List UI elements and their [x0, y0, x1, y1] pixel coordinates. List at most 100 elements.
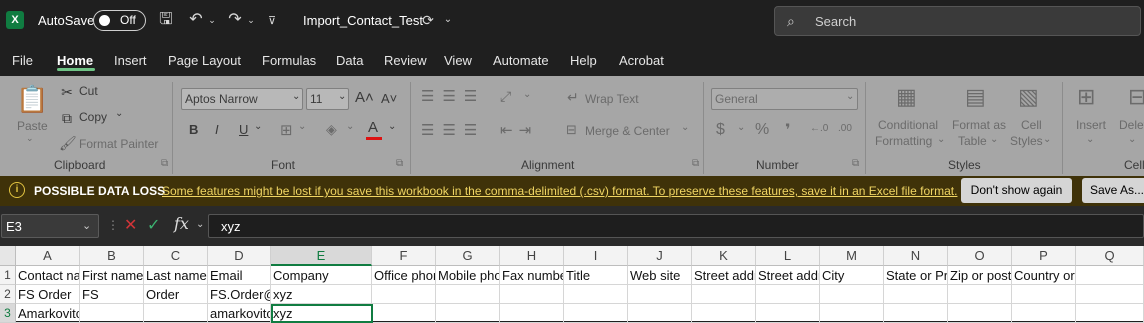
tab-acrobat[interactable]: Acrobat	[619, 53, 664, 68]
tab-insert[interactable]: Insert	[114, 53, 147, 68]
cell-n1[interactable]: State or Province	[884, 266, 948, 285]
cell-styles-dropdown-icon[interactable]: ⌄	[1043, 134, 1051, 145]
cell-h3[interactable]	[500, 304, 564, 323]
wrap-text-icon[interactable]: ↵	[567, 89, 579, 106]
vertical-align-icons[interactable]: ☰☰☰	[421, 87, 485, 105]
underline-icon[interactable]: U	[239, 122, 248, 137]
cell-g3[interactable]	[436, 304, 500, 323]
column-header-n[interactable]: N	[884, 246, 948, 266]
copy-button[interactable]: Copy	[79, 110, 107, 124]
cell-label[interactable]: Cell	[1021, 118, 1042, 132]
cell-a3[interactable]: Amarkovitch	[16, 304, 80, 323]
bold-icon[interactable]: B	[189, 122, 198, 137]
redo-icon[interactable]: ↷	[226, 12, 244, 28]
dont-show-again-button[interactable]: Don't show again	[961, 178, 1072, 203]
customize-qat-icon[interactable]: ⊽	[266, 13, 278, 29]
font-size-select[interactable]: 11 ⌄	[306, 88, 349, 110]
column-header-j[interactable]: J	[628, 246, 692, 266]
cell-j2[interactable]	[628, 285, 692, 304]
font-color-dropdown-icon[interactable]: ⌄	[388, 121, 396, 132]
cell-l1[interactable]: Street address	[756, 266, 820, 285]
decrease-font-size-icon[interactable]: A˅	[381, 91, 397, 106]
currency-icon[interactable]: $	[716, 121, 725, 139]
cancel-entry-icon[interactable]: ✕	[124, 215, 137, 235]
cell-b3[interactable]	[80, 304, 144, 323]
cell-i2[interactable]	[564, 285, 628, 304]
cell-p2[interactable]	[1012, 285, 1076, 304]
cell-g1[interactable]: Mobile phone	[436, 266, 500, 285]
column-header-m[interactable]: M	[820, 246, 884, 266]
tab-page-layout[interactable]: Page Layout	[168, 53, 241, 68]
insert-dropdown-icon[interactable]: ⌄	[1086, 134, 1094, 145]
cell-a1[interactable]: Contact name	[16, 266, 80, 285]
row-header[interactable]: 2	[0, 285, 16, 304]
borders-icon[interactable]: ⊞	[280, 121, 293, 139]
cell-m3[interactable]	[820, 304, 884, 323]
cell-e1[interactable]: Company	[271, 266, 372, 285]
column-header-q[interactable]: Q	[1076, 246, 1144, 266]
cell-l3[interactable]	[756, 304, 820, 323]
redo-dropdown-icon[interactable]: ⌄	[246, 12, 256, 28]
tab-formulas[interactable]: Formulas	[262, 53, 316, 68]
tab-view[interactable]: View	[444, 53, 472, 68]
cell-q1[interactable]	[1076, 266, 1144, 285]
indent-icons[interactable]: ⇤⇥	[500, 121, 537, 139]
format-as-table-dropdown-icon[interactable]: ⌄	[990, 134, 998, 145]
name-box[interactable]: E3 ⌄	[1, 214, 99, 238]
row-header[interactable]: 1	[0, 266, 16, 285]
underline-dropdown-icon[interactable]: ⌄	[254, 121, 262, 132]
conditional-dropdown-icon[interactable]: ⌄	[937, 134, 945, 145]
formatting-label[interactable]: Formatting	[875, 134, 932, 148]
cell-k1[interactable]: Street address	[692, 266, 756, 285]
decrease-decimal-icon[interactable]: .00	[838, 123, 852, 134]
font-color-icon[interactable]: A	[368, 119, 378, 136]
merge-center-button[interactable]: Merge & Center	[585, 124, 670, 138]
merge-dropdown-icon[interactable]: ⌄	[681, 122, 689, 133]
tab-help[interactable]: Help	[570, 53, 597, 68]
number-format-select[interactable]: General ⌄	[711, 88, 858, 110]
insert-function-icon[interactable]: fx	[174, 214, 189, 233]
save-icon[interactable]: 🖫	[157, 12, 175, 28]
cell-f2[interactable]	[372, 285, 436, 304]
format-painter-button[interactable]: Format Painter	[79, 137, 158, 151]
cell-c2[interactable]: Order	[144, 285, 208, 304]
cell-l2[interactable]	[756, 285, 820, 304]
cell-b1[interactable]: First name	[80, 266, 144, 285]
percent-icon[interactable]: %	[755, 121, 769, 139]
wrap-text-button[interactable]: Wrap Text	[585, 92, 639, 106]
cell-m2[interactable]	[820, 285, 884, 304]
cell-b2[interactable]: FS	[80, 285, 144, 304]
font-name-select[interactable]: Aptos Narrow ⌄	[181, 88, 303, 110]
undo-icon[interactable]: ↶	[187, 12, 205, 28]
styles-label[interactable]: Styles	[1010, 134, 1043, 148]
formula-input[interactable]: xyz	[208, 214, 1144, 238]
delete-dropdown-icon[interactable]: ⌄	[1128, 134, 1136, 145]
cell-n3[interactable]	[884, 304, 948, 323]
column-header-h[interactable]: H	[500, 246, 564, 266]
conditional-label[interactable]: Conditional	[878, 118, 938, 132]
insert-cells-icon[interactable]: ⊞	[1077, 84, 1095, 110]
increase-decimal-icon[interactable]: ←.0	[810, 123, 828, 134]
number-launcher-icon[interactable]: ⧉	[852, 158, 859, 169]
merge-center-icon[interactable]: ⊟	[566, 122, 577, 138]
column-header-b[interactable]: B	[80, 246, 144, 266]
cell-q3[interactable]	[1076, 304, 1144, 323]
tab-automate[interactable]: Automate	[493, 53, 549, 68]
cell-q2[interactable]	[1076, 285, 1144, 304]
table-label[interactable]: Table	[958, 134, 987, 148]
cell-f1[interactable]: Office phone	[372, 266, 436, 285]
format-as-label[interactable]: Format as	[952, 118, 1006, 132]
cell-o1[interactable]: Zip or postal code	[948, 266, 1012, 285]
cell-p3[interactable]	[1012, 304, 1076, 323]
cell-d2[interactable]: FS.Order@	[208, 285, 271, 304]
currency-dropdown-icon[interactable]: ⌄	[737, 122, 745, 133]
cell-k2[interactable]	[692, 285, 756, 304]
cell-a2[interactable]: FS Order	[16, 285, 80, 304]
cell-o2[interactable]	[948, 285, 1012, 304]
column-header-f[interactable]: F	[372, 246, 436, 266]
column-header-l[interactable]: L	[756, 246, 820, 266]
infobar-message-link[interactable]: Some features might be lost if you save …	[162, 184, 957, 198]
undo-dropdown-icon[interactable]: ⌄	[207, 12, 217, 28]
cell-j1[interactable]: Web site	[628, 266, 692, 285]
select-all-corner[interactable]	[0, 246, 16, 266]
